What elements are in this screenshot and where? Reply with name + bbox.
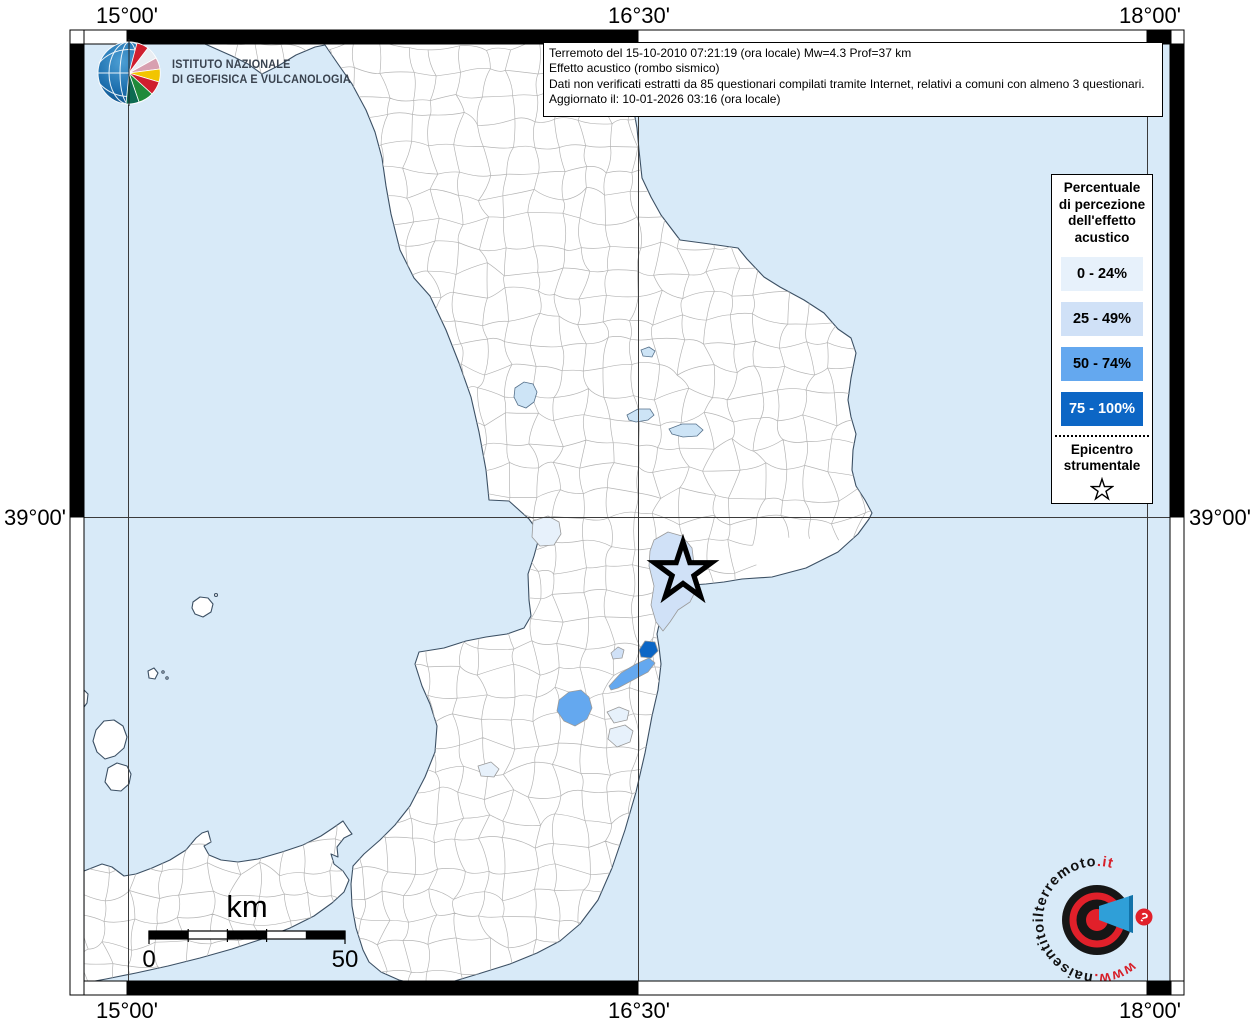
legend-title-line: di percezione [1052,197,1152,214]
grid-label-bottom-15: 15°00' [96,998,158,1024]
macroseismic-map-page: km 0 50 www [0,0,1254,1024]
legend-title-line: dell'effetto [1052,213,1152,230]
effect-type-line: Effetto acustico (rombo sismico) [549,61,1157,76]
ingv-wordmark: ISTITUTO NAZIONALE DI GEOFISICA E VULCAN… [172,58,351,88]
ingv-line2: DI GEOFISICA E VULCANOLOGIA [172,73,351,88]
islet-dot [215,594,218,597]
event-summary-line: Terremoto del 15-10-2010 07:21:19 (ora l… [549,46,1157,61]
event-info-box: Terremoto del 15-10-2010 07:21:19 (ora l… [543,42,1163,117]
ingv-logo: ISTITUTO NAZIONALE DI GEOFISICA E VULCAN… [96,39,362,106]
legend-divider [1055,435,1149,437]
star-outline-icon [1090,477,1114,501]
grid-label-left-39: 39°00' [0,505,66,531]
data-disclaimer-line: Dati non verificati estratti da 85 quest… [549,77,1157,92]
grid-label-top-15: 15°00' [96,3,158,29]
legend-swatch-50-74: 50 - 74% [1061,347,1143,381]
scale-bar-start: 0 [142,946,155,973]
grid-label-right-39: 39°00' [1189,505,1251,531]
legend-swatch-0-24: 0 - 24% [1061,257,1143,291]
epicenter-legend-label: Epicentro strumentale [1052,442,1152,474]
updated-at-line: Aggiornato il: 10-01-2026 03:16 (ora loc… [549,92,1157,107]
islet-dot [166,677,168,679]
epicenter-label-line: strumentale [1052,458,1152,474]
epicenter-label-line: Epicentro [1052,442,1152,458]
ingv-line1: ISTITUTO NAZIONALE [172,58,351,73]
scale-bar-unit: km [226,889,267,924]
grid-label-bottom-1630: 16°30' [608,998,670,1024]
legend-panel: Percentuale di percezione dell'effetto a… [1051,174,1153,504]
legend-swatch-75-100: 75 - 100% [1061,392,1143,426]
islet-dot [162,671,164,673]
legend-title: Percentuale di percezione dell'effetto a… [1052,180,1152,246]
legend-title-line: Percentuale [1052,180,1152,197]
legend-title-line: acustico [1052,230,1152,247]
grid-label-top-1630: 16°30' [608,3,670,29]
legend-swatch-25-49: 25 - 49% [1061,302,1143,336]
ingv-globe-icon [96,39,163,106]
epicenter-legend-symbol [1052,477,1152,506]
grid-label-top-18: 18°00' [1119,3,1181,29]
megaphone-edge [1129,895,1133,933]
grid-label-bottom-18: 18°00' [1119,998,1181,1024]
municipality-0-24 [532,516,561,546]
scale-bar-end: 50 [332,946,359,973]
map-canvas: km 0 50 www [0,0,1254,1024]
